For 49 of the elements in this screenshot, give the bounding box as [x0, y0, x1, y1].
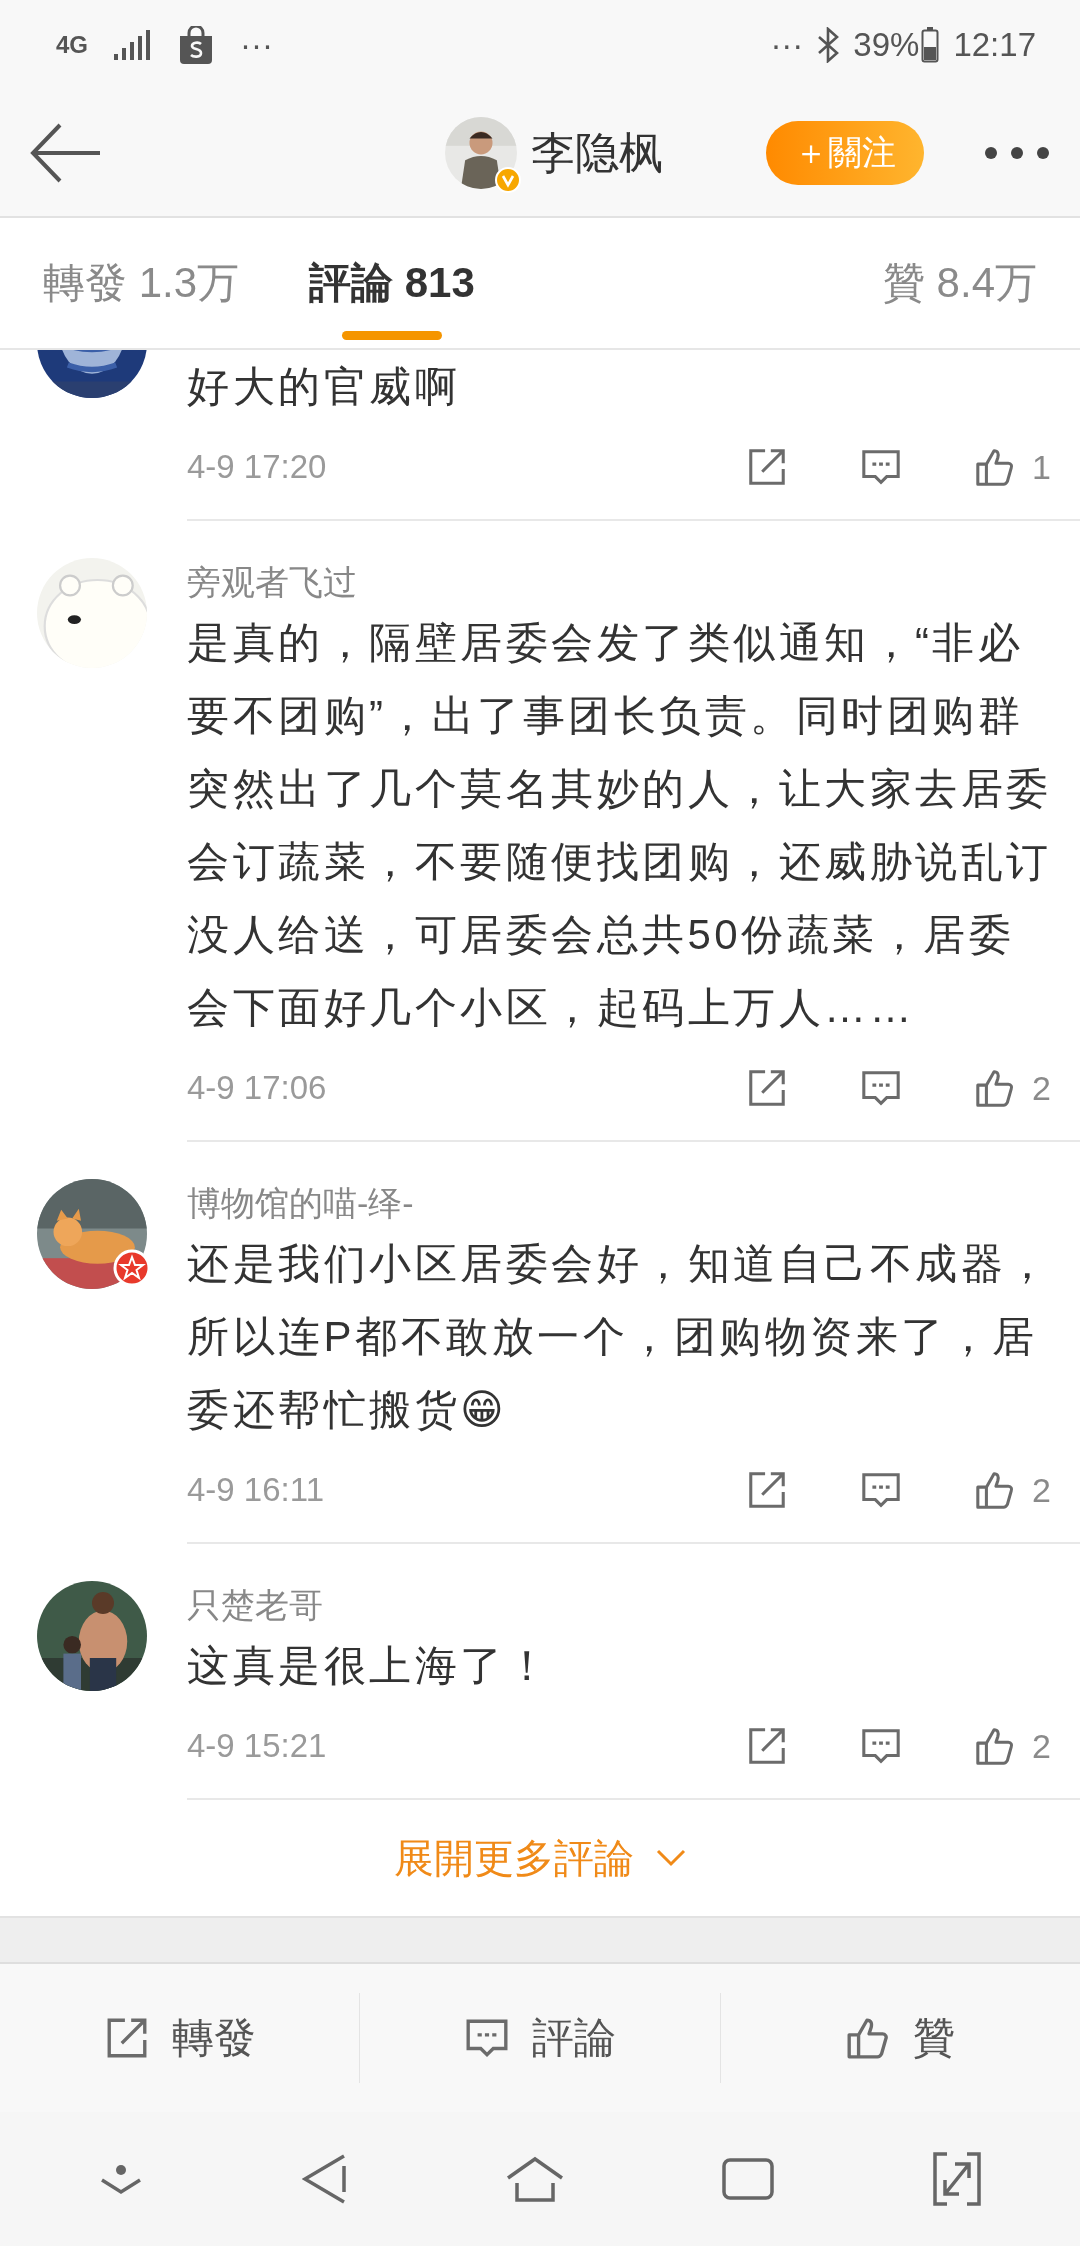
- chevron-down-icon: [656, 1849, 686, 1867]
- shopping-bag-icon: [178, 26, 214, 64]
- back-icon[interactable]: [301, 2154, 348, 2204]
- comment-text: 是真的，隔壁居委会发了类似通知，“非必要不团购”，出了事团长负责。同时团购群突然出了几个莫名其妙的人，让大家去居委会订蔬菜，不要随便找团购，还威胁说乱订没人给送，可居委会总共50份蔬菜，居委会下面好几个小区，起码上万人……: [187, 618, 1052, 1033]
- user-name[interactable]: 博物馆的喵-绎-: [187, 1179, 1052, 1227]
- back-icon[interactable]: [30, 123, 102, 183]
- comment-time: 4-9 17:20: [187, 448, 328, 486]
- home-icon[interactable]: [505, 2156, 564, 2202]
- like-count: 2: [1032, 1068, 1052, 1108]
- like-icon[interactable]: [974, 1067, 1016, 1109]
- tab[interactable]: 評論 813: [309, 218, 475, 348]
- comment-time: 4-9 17:06: [187, 1069, 328, 1107]
- more-notifications: ···: [770, 26, 804, 64]
- expand-icon[interactable]: [932, 2152, 981, 2206]
- recent-apps-icon[interactable]: [722, 2158, 775, 2200]
- battery-icon: [921, 27, 940, 63]
- comment-text: 好大的官威啊: [187, 362, 461, 412]
- comment-text: 还是我们小区居委会好，知道自己不成器，所以连P都不敢放一个，团购物资来了，居委还帮忙搬货😁: [187, 1239, 1052, 1435]
- tab[interactable]: 贊 8.4万: [882, 218, 1037, 348]
- user-name[interactable]: 只楚老哥: [187, 1581, 1052, 1629]
- comment-time: 4-9 15:21: [187, 1727, 328, 1765]
- more-icon[interactable]: [984, 146, 1050, 160]
- more-notifications: ···: [240, 26, 273, 64]
- user-name[interactable]: 旁观者飞过: [187, 558, 1052, 606]
- comment-button[interactable]: 評論: [360, 1993, 721, 2083]
- battery-percentage: 39%: [853, 26, 920, 64]
- share-icon[interactable]: [746, 1067, 788, 1109]
- user-name[interactable]: 李隐枫: [531, 123, 663, 183]
- expand-more-link[interactable]: 展開更多評論: [394, 1830, 686, 1886]
- tab[interactable]: 轉發 1.3万: [43, 218, 240, 348]
- share-button[interactable]: 轉發: [0, 1993, 361, 2083]
- network-label: 4G: [56, 31, 88, 59]
- like-count: 2: [1032, 1470, 1052, 1510]
- like-button[interactable]: 贊: [720, 1993, 1080, 2083]
- like-icon[interactable]: [974, 1725, 1016, 1767]
- clock: 12:17: [953, 26, 1036, 64]
- like-count: 2: [1032, 1726, 1052, 1766]
- share-icon[interactable]: [746, 1725, 788, 1767]
- share-icon[interactable]: [746, 1469, 788, 1511]
- comment-time: 4-9 16:11: [187, 1471, 325, 1509]
- bluetooth-icon: [817, 27, 840, 63]
- like-count: 1: [1032, 447, 1052, 487]
- like-icon[interactable]: [974, 1469, 1016, 1511]
- collapse-icon[interactable]: [99, 2162, 144, 2196]
- comment-text: 这真是很上海了！: [187, 1641, 552, 1691]
- like-icon[interactable]: [974, 446, 1016, 488]
- signal-icon: [114, 30, 152, 60]
- share-icon[interactable]: [746, 446, 788, 488]
- follow-button[interactable]: ＋關注: [766, 121, 924, 185]
